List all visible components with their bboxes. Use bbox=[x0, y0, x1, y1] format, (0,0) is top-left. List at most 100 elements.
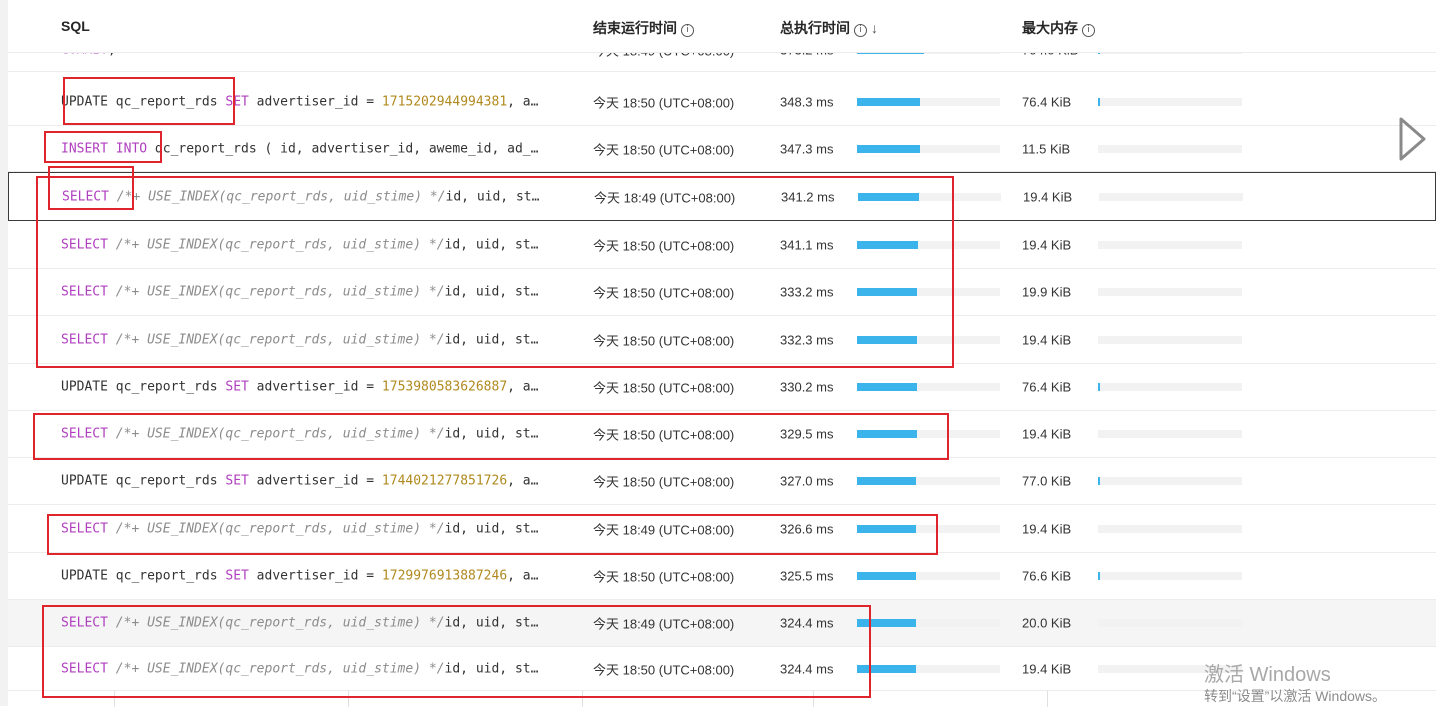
sql-fragment: id, uid, st… bbox=[444, 284, 539, 300]
sql-text: SELECT /*+ USE_INDEX(qc_report_rds, uid_… bbox=[61, 521, 538, 536]
exec-time-bar-fill bbox=[857, 572, 916, 580]
max-memory-bar bbox=[1099, 192, 1243, 201]
sql-hint-comment: /*+ USE_INDEX(qc_report_rds, uid_stime) … bbox=[107, 426, 445, 442]
sql-fragment: id, uid, st… bbox=[444, 521, 539, 536]
arrow-down-icon[interactable]: ↓ bbox=[871, 20, 878, 36]
column-header-sql[interactable]: SQL bbox=[61, 18, 90, 34]
table-body: COMMIT;今天 18:49 (UTC+08:00)373.2 ms704.0… bbox=[8, 0, 1436, 706]
sql-keyword: SELECT bbox=[61, 521, 108, 536]
exec-time-cell: 324.4 ms bbox=[780, 661, 834, 676]
table-header: SQL 结束运行时间 i 总执行时间 i ↓ 最大内存 i bbox=[8, 0, 1436, 53]
sql-keyword: SELECT bbox=[62, 189, 109, 204]
table-row[interactable]: UPDATE qc_report_rds SET advertiser_id =… bbox=[8, 553, 1436, 600]
sql-number: 1753980583626887 bbox=[381, 379, 508, 395]
end-time-cell: 今天 18:50 (UTC+08:00) bbox=[593, 333, 735, 348]
exec-time-cell: 326.6 ms bbox=[780, 521, 834, 536]
max-memory-bar bbox=[1098, 524, 1242, 533]
table-row[interactable]: SELECT /*+ USE_INDEX(qc_report_rds, uid_… bbox=[8, 411, 1436, 458]
sql-keyword: INSERT INTO bbox=[61, 141, 148, 156]
table-row[interactable]: SELECT /*+ USE_INDEX(qc_report_rds, uid_… bbox=[8, 269, 1436, 316]
info-circle-icon[interactable]: i bbox=[1082, 24, 1095, 37]
exec-time-cell: 330.2 ms bbox=[780, 379, 834, 395]
end-time-cell: 今天 18:50 (UTC+08:00) bbox=[593, 238, 735, 253]
sql-fragment: UPDATE qc_report_rds bbox=[61, 473, 226, 489]
table-row[interactable]: SELECT /*+ USE_INDEX(qc_report_rds, uid_… bbox=[8, 600, 1436, 647]
sql-keyword: SET bbox=[225, 94, 249, 109]
max-memory-cell: 19.4 KiB bbox=[1022, 237, 1072, 252]
sql-text: SELECT /*+ USE_INDEX(qc_report_rds, uid_… bbox=[62, 189, 539, 204]
sql-fragment: , a… bbox=[507, 473, 539, 489]
info-circle-icon[interactable]: i bbox=[854, 24, 867, 37]
exec-time-bar-fill bbox=[857, 619, 916, 627]
exec-time-bar-fill bbox=[857, 524, 916, 533]
exec-time-bar-fill bbox=[857, 335, 918, 344]
exec-time-bar bbox=[857, 240, 1000, 249]
max-memory-bar-fill bbox=[1098, 477, 1101, 485]
table-row[interactable]: SELECT /*+ USE_INDEX(qc_report_rds, uid_… bbox=[8, 316, 1436, 364]
table-row[interactable]: INSERT INTO qc_report_rds ( id, advertis… bbox=[8, 126, 1436, 172]
table-row[interactable]: SELECT /*+ USE_INDEX(qc_report_rds, uid_… bbox=[8, 221, 1436, 269]
max-memory-cell: 20.0 KiB bbox=[1022, 615, 1072, 631]
sql-text: SELECT /*+ USE_INDEX(qc_report_rds, uid_… bbox=[61, 661, 538, 676]
sql-keyword: SET bbox=[225, 379, 249, 395]
exec-time-bar-fill bbox=[857, 383, 918, 391]
exec-time-bar bbox=[857, 97, 1000, 106]
exec-time-bar bbox=[857, 430, 1000, 438]
sql-fragment: advertiser_id = bbox=[248, 568, 382, 584]
column-header-end-time[interactable]: 结束运行时间 i bbox=[593, 18, 694, 38]
exec-time-bar-fill bbox=[857, 288, 918, 296]
windows-activation-watermark-subtitle: 转到“设置”以激活 Windows。 bbox=[1204, 688, 1387, 704]
sql-fragment: id, uid, st… bbox=[445, 189, 540, 204]
sql-keyword: SELECT bbox=[61, 237, 108, 252]
sql-fragment: , a… bbox=[507, 379, 539, 395]
sql-fragment: UPDATE qc_report_rds bbox=[61, 379, 226, 395]
max-memory-cell: 19.4 KiB bbox=[1022, 661, 1072, 676]
sql-text: UPDATE qc_report_rds SET advertiser_id =… bbox=[61, 474, 538, 489]
end-time-cell: 今天 18:50 (UTC+08:00) bbox=[593, 380, 735, 396]
table-row[interactable]: UPDATE qc_report_rds SET advertiser_id =… bbox=[8, 78, 1436, 126]
info-circle-icon[interactable]: i bbox=[681, 24, 694, 37]
end-time-cell: 今天 18:50 (UTC+08:00) bbox=[593, 142, 735, 157]
exec-time-bar bbox=[857, 572, 1000, 580]
column-header-max-memory-label: 最大内存 bbox=[1022, 20, 1078, 36]
exec-time-cell: 329.5 ms bbox=[780, 426, 834, 442]
sql-text: UPDATE qc_report_rds SET advertiser_id =… bbox=[61, 569, 538, 584]
sql-fragment: , a… bbox=[507, 94, 539, 109]
exec-time-cell: 341.1 ms bbox=[780, 237, 834, 252]
max-memory-cell: 11.5 KiB bbox=[1022, 141, 1071, 156]
sql-fragment: UPDATE qc_report_rds bbox=[61, 94, 226, 109]
exec-time-bar-fill bbox=[858, 192, 920, 201]
horizontal-scrollbar[interactable] bbox=[8, 690, 1198, 707]
exec-time-bar-fill bbox=[857, 477, 916, 485]
sql-keyword: SET bbox=[225, 568, 249, 584]
sql-text: SELECT /*+ USE_INDEX(qc_report_rds, uid_… bbox=[61, 285, 538, 300]
exec-time-cell: 332.3 ms bbox=[780, 332, 834, 347]
max-memory-bar bbox=[1098, 383, 1242, 391]
sql-fragment: id, uid, st… bbox=[444, 332, 539, 347]
table-row[interactable]: UPDATE qc_report_rds SET advertiser_id =… bbox=[8, 458, 1436, 505]
sql-number: 1715202944994381 bbox=[381, 94, 508, 109]
sql-fragment: advertiser_id = bbox=[248, 379, 382, 395]
table-row[interactable]: UPDATE qc_report_rds SET advertiser_id =… bbox=[8, 364, 1436, 411]
column-header-max-memory[interactable]: 最大内存 i bbox=[1022, 18, 1095, 38]
exec-time-cell: 341.2 ms bbox=[781, 189, 835, 204]
column-header-exec-time-label: 总执行时间 bbox=[780, 20, 850, 36]
sql-fragment: id, uid, st… bbox=[444, 426, 539, 442]
exec-time-bar bbox=[857, 664, 1000, 673]
play-triangle-icon[interactable] bbox=[1398, 116, 1428, 162]
column-header-end-time-label: 结束运行时间 bbox=[593, 20, 677, 36]
table-row[interactable]: SELECT /*+ USE_INDEX(qc_report_rds, uid_… bbox=[8, 505, 1436, 553]
max-memory-cell: 76.4 KiB bbox=[1022, 379, 1072, 395]
column-header-exec-time[interactable]: 总执行时间 i ↓ bbox=[780, 18, 878, 38]
exec-time-bar-fill bbox=[857, 97, 920, 106]
sql-fragment: UPDATE qc_report_rds bbox=[61, 568, 226, 584]
sql-fragment: advertiser_id = bbox=[248, 94, 382, 109]
end-time-cell: 今天 18:49 (UTC+08:00) bbox=[593, 616, 735, 632]
sql-keyword: SELECT bbox=[61, 332, 108, 347]
sql-fragment: id, uid, st… bbox=[444, 661, 539, 676]
sql-text: SELECT /*+ USE_INDEX(qc_report_rds, uid_… bbox=[61, 427, 538, 442]
sql-keyword: SELECT bbox=[61, 426, 108, 442]
table-row[interactable]: SELECT /*+ USE_INDEX(qc_report_rds, uid_… bbox=[8, 172, 1436, 221]
sql-text: SELECT /*+ USE_INDEX(qc_report_rds, uid_… bbox=[61, 237, 538, 252]
sql-keyword: SELECT bbox=[61, 661, 108, 676]
